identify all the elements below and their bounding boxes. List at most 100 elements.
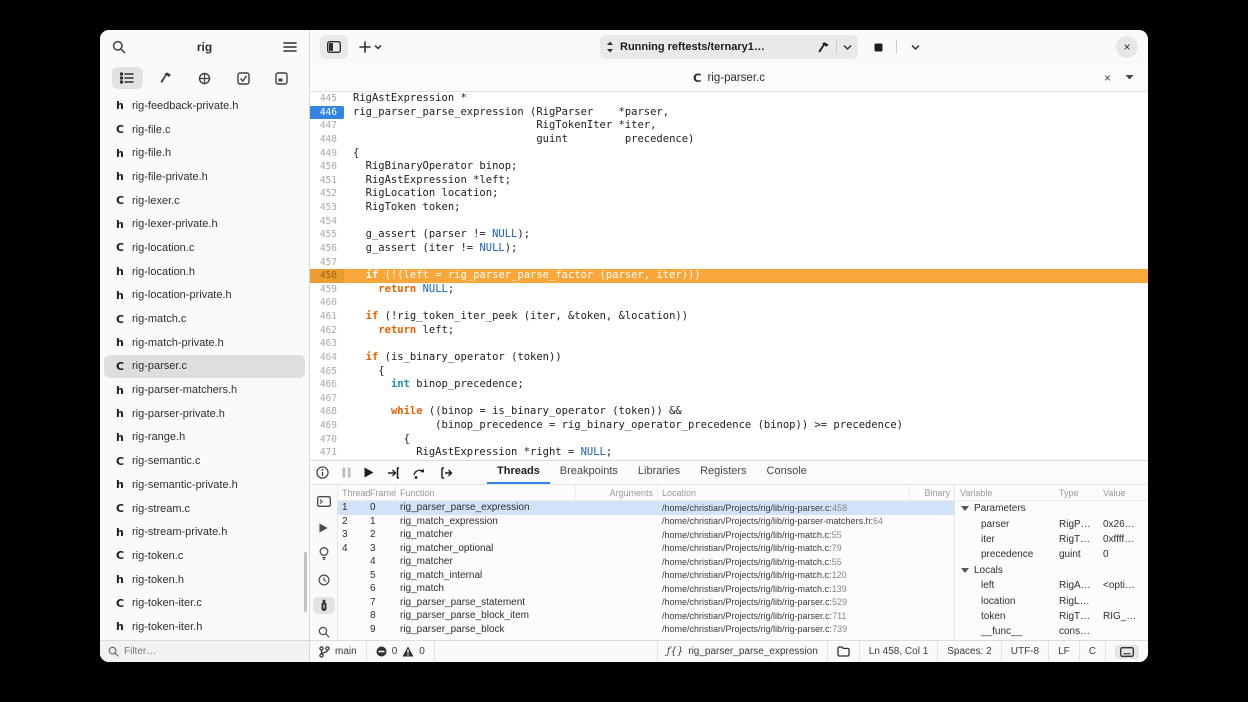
branch-indicator[interactable]: main [310,641,367,662]
file-item[interactable]: hrig-semantic-private.h [104,473,305,497]
line-number[interactable]: 454 [310,215,344,229]
thread-frame-row[interactable]: 4rig_matcher/home/christian/Projects/rig… [338,555,954,569]
cursor-position[interactable]: Ln 458, Col 1 [860,641,939,662]
line-number[interactable]: 453 [310,201,344,215]
step-out-icon[interactable] [440,467,453,479]
line-number[interactable]: 451 [310,174,344,188]
stop-button[interactable] [864,35,892,59]
file-item[interactable]: hrig-file.h [104,141,305,165]
variable-row[interactable]: iterRigT…0xffff… [955,532,1148,547]
line-number[interactable]: 463 [310,337,344,351]
line-number[interactable]: 460 [310,296,344,310]
debugger-bug-icon[interactable] [313,597,335,614]
tab-list-chevron-icon[interactable] [1125,74,1134,81]
file-item[interactable]: Crig-token.c [104,544,305,568]
new-tab-button[interactable] [354,35,387,59]
history-clock-icon[interactable] [313,571,335,588]
menu-icon[interactable] [283,41,297,53]
file-item[interactable]: hrig-location.h [104,260,305,284]
panel-tab-threads[interactable]: Threads [487,461,550,484]
encoding-setting[interactable]: UTF-8 [1002,641,1049,662]
file-item[interactable]: Crig-semantic.c [104,449,305,473]
project-folder-button[interactable] [828,641,860,662]
line-number[interactable]: 448 [310,133,344,147]
pause-icon[interactable] [342,467,351,478]
variable-group-locals[interactable]: Locals [955,563,1148,578]
project-tree-icon[interactable] [112,67,143,89]
file-item[interactable]: Crig-token-iter.c [104,591,305,615]
panel-tab-libraries[interactable]: Libraries [628,461,690,484]
file-item[interactable]: hrig-token.h [104,568,305,592]
documentation-icon[interactable] [266,67,297,89]
line-number[interactable]: 468 [310,405,344,419]
line-number[interactable]: 449 [310,147,344,161]
file-item[interactable]: hrig-lexer-private.h [104,212,305,236]
continue-icon[interactable] [364,467,374,478]
thread-frame-row[interactable]: 7rig_parser_parse_statement/home/christi… [338,596,954,610]
file-item[interactable]: hrig-feedback-private.h [104,94,305,118]
step-over-icon[interactable] [413,467,427,479]
line-number[interactable]: 471 [310,446,344,460]
stop-options-chevron-icon[interactable] [901,35,929,59]
thread-frame-row[interactable]: 5rig_match_internal/home/christian/Proje… [338,569,954,583]
thread-frame-row[interactable]: 8rig_parser_parse_block_item/home/christ… [338,609,954,623]
thread-frame-row[interactable]: 43rig_matcher_optional/home/christian/Pr… [338,542,954,556]
line-number[interactable]: 452 [310,187,344,201]
line-number[interactable]: 466 [310,378,344,392]
step-in-icon[interactable] [387,467,400,479]
code-editor[interactable]: 445RigAstExpression *446rig_parser_parse… [310,92,1148,460]
line-number[interactable]: 450 [310,160,344,174]
variable-row[interactable]: tokenRigT…RIG_… [955,609,1148,624]
thread-frame-row[interactable]: 9rig_parser_parse_block/home/christian/P… [338,623,954,637]
variable-row[interactable]: locationRigL… [955,593,1148,608]
file-item[interactable]: hrig-stream-private.h [104,520,305,544]
line-number[interactable]: 457 [310,256,344,270]
file-item[interactable]: hrig-location-private.h [104,284,305,308]
line-number[interactable]: 456 [310,242,344,256]
indentation-setting[interactable]: Spaces: 2 [938,641,1001,662]
line-ending-setting[interactable]: LF [1049,641,1080,662]
line-number[interactable]: 445 [310,92,344,106]
thread-frame-row[interactable]: 6rig_match/home/christian/Projects/rig/l… [338,582,954,596]
line-number[interactable]: 455 [310,228,344,242]
file-item[interactable]: hrig-file-private.h [104,165,305,189]
variable-group-parameters[interactable]: Parameters [955,501,1148,516]
file-item[interactable]: Crig-lexer.c [104,189,305,213]
file-item[interactable]: hrig-match-private.h [104,331,305,355]
panel-tab-registers[interactable]: Registers [690,461,756,484]
line-number[interactable]: 469 [310,419,344,433]
line-number[interactable]: 464 [310,351,344,365]
file-item[interactable]: Crig-file.c [104,118,305,142]
sidebar-scrollbar[interactable] [304,552,307,612]
thread-frame-row[interactable]: 21rig_match_expression/home/christian/Pr… [338,515,954,529]
line-number[interactable]: 458 [310,269,344,283]
terminal-icon[interactable] [313,493,335,510]
filter-input[interactable] [124,646,274,657]
thread-frame-row[interactable]: 32rig_matcher/home/christian/Projects/ri… [338,528,954,542]
thread-frame-row[interactable]: 10rig_parser_parse_expression/home/chris… [338,501,954,515]
file-item[interactable]: hrig-range.h [104,426,305,450]
file-item[interactable]: Crig-match.c [104,307,305,331]
keyboard-toggle[interactable] [1106,641,1148,662]
line-number[interactable]: 465 [310,365,344,379]
line-number[interactable]: 467 [310,392,344,406]
variable-row[interactable]: parserRigP…0x26… [955,516,1148,531]
build-hammer-icon[interactable] [150,67,181,89]
diagnostics-indicator[interactable]: 0 0 [367,641,435,662]
current-symbol[interactable]: ƒ{} rig_parser_parse_expression [657,641,828,662]
tab-close-icon[interactable]: × [1104,71,1111,85]
run-options-chevron-icon[interactable] [843,44,852,51]
line-number[interactable]: 462 [310,324,344,338]
line-number[interactable]: 461 [310,310,344,324]
file-item[interactable]: hrig-parser-matchers.h [104,378,305,402]
variable-row[interactable]: precedenceguint0 [955,547,1148,562]
language-setting[interactable]: C [1080,641,1106,662]
run-hammer-icon[interactable] [817,41,830,54]
line-number[interactable]: 459 [310,283,344,297]
info-icon[interactable] [316,466,329,479]
file-item[interactable]: Crig-parser.c [104,355,305,379]
omnibar[interactable]: Running reftests/ternary1… [600,35,858,59]
line-number[interactable]: 447 [310,119,344,133]
tests-check-icon[interactable] [228,67,259,89]
globe-icon[interactable] [189,67,220,89]
